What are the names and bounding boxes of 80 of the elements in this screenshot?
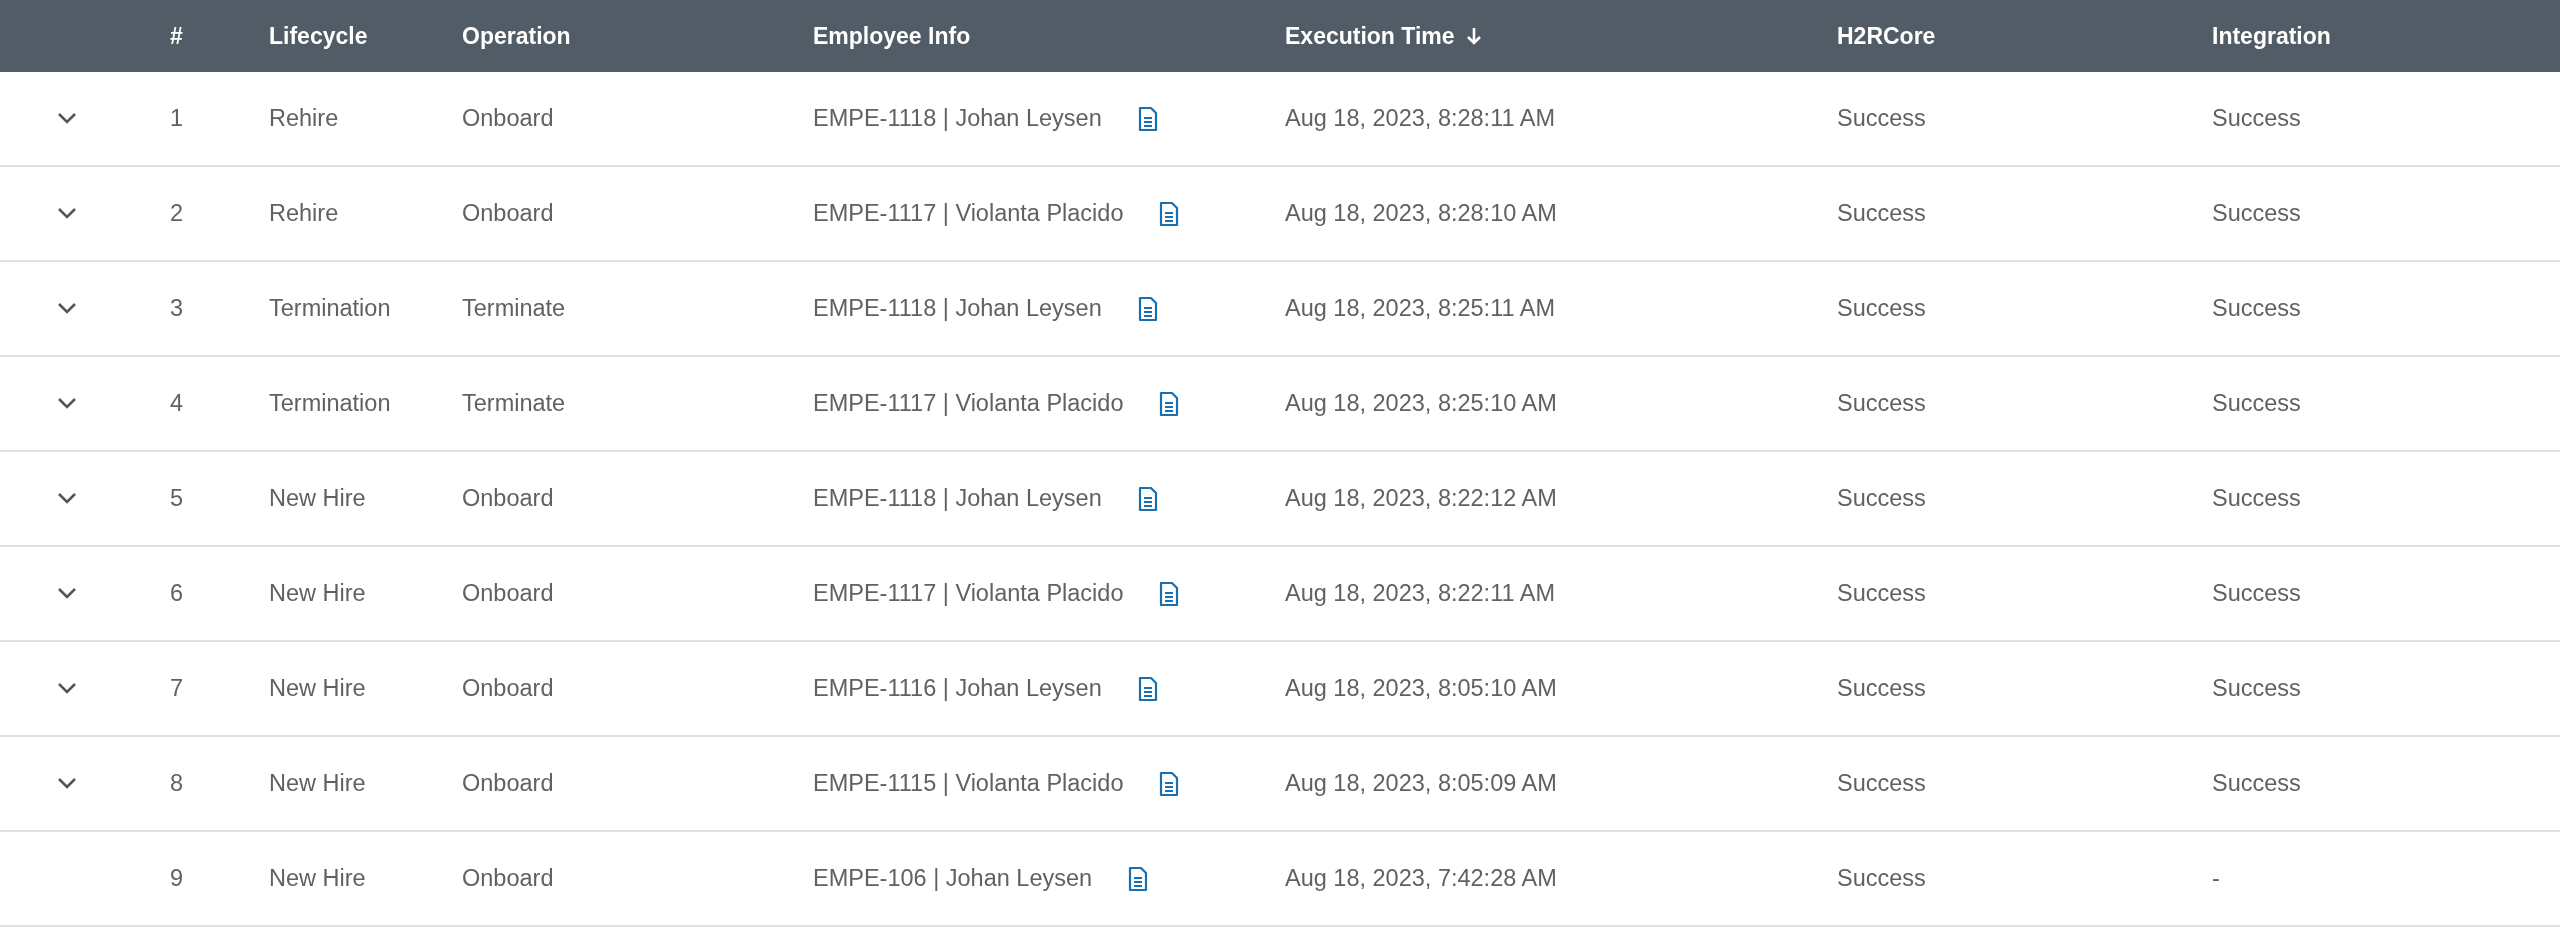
table-cell: Aug 18, 2023, 8:22:11 AM — [1285, 580, 1556, 606]
table-cell: Success — [1837, 295, 1926, 321]
table-cell: 6 — [170, 580, 184, 606]
sort-down-arrow-icon[interactable] — [1464, 26, 1483, 46]
table-cell: 2 — [170, 200, 184, 226]
column-header[interactable]: Operation — [462, 22, 571, 50]
table-cell: EMPE-1116 | Johan Leysen — [813, 675, 1102, 702]
table-cell: Success — [1837, 485, 1926, 511]
table-cell: Onboard — [462, 105, 554, 131]
table-cell: Success — [1837, 105, 1926, 131]
table-cell: 3 — [170, 295, 184, 321]
column-header[interactable]: Execution Time — [1285, 22, 1455, 50]
table-cell: Aug 18, 2023, 8:28:10 AM — [1285, 200, 1557, 226]
table-cell: Onboard — [462, 675, 554, 701]
document-icon[interactable] — [1159, 580, 1180, 607]
table-cell: Onboard — [462, 580, 554, 606]
table-cell: Onboard — [462, 200, 554, 226]
table-cell: New Hire — [269, 865, 366, 891]
column-header[interactable]: Employee Info — [813, 22, 971, 50]
document-icon[interactable] — [1159, 200, 1180, 227]
table-cell: Onboard — [462, 770, 554, 796]
column-header[interactable]: # — [170, 22, 183, 50]
table-cell: Success — [2212, 200, 2301, 226]
table-cell: Success — [2212, 485, 2301, 511]
column-header[interactable]: Lifecycle — [269, 22, 368, 50]
document-icon[interactable] — [1137, 295, 1158, 322]
table-cell: Terminate — [462, 295, 566, 321]
table-cell: New Hire — [269, 770, 366, 796]
table-cell: Rehire — [269, 200, 339, 226]
table-cell: Success — [1837, 770, 1926, 796]
table-cell: New Hire — [269, 675, 366, 701]
document-icon[interactable] — [1128, 865, 1149, 892]
table-cell: Success — [1837, 200, 1926, 226]
document-icon[interactable] — [1159, 770, 1180, 797]
table-cell: New Hire — [269, 580, 366, 606]
table-cell: Success — [2212, 295, 2301, 321]
document-icon[interactable] — [1137, 485, 1158, 512]
table-cell: 5 — [170, 485, 184, 511]
table-cell: Aug 18, 2023, 8:22:12 AM — [1285, 485, 1557, 511]
table-cell: Aug 18, 2023, 7:42:28 AM — [1285, 865, 1557, 891]
table-cell: Success — [2212, 675, 2301, 701]
table-cell: Success — [1837, 390, 1926, 416]
table-cell: Success — [2212, 770, 2301, 796]
table-cell: Success — [2212, 105, 2301, 131]
table-cell: - — [2212, 865, 2220, 891]
table-cell: EMPE-1115 | Violanta Placido — [813, 770, 1124, 797]
table-cell: EMPE-106 | Johan Leysen — [813, 865, 1093, 892]
table-cell: Termination — [269, 295, 391, 321]
table-cell: Success — [2212, 390, 2301, 416]
column-header[interactable]: H2RCore — [1837, 22, 1936, 50]
table-cell: Onboard — [462, 485, 554, 511]
table-cell: Success — [1837, 580, 1926, 606]
document-icon[interactable] — [1137, 675, 1158, 702]
table-cell: 8 — [170, 770, 184, 796]
column-header[interactable]: Integration — [2212, 22, 2331, 50]
table-cell: 9 — [170, 865, 184, 891]
table-cell: Aug 18, 2023, 8:05:10 AM — [1285, 675, 1557, 701]
table-cell: Aug 18, 2023, 8:25:10 AM — [1285, 390, 1557, 416]
document-icon[interactable] — [1159, 390, 1180, 417]
table-cell: New Hire — [269, 485, 366, 511]
table-cell: EMPE-1117 | Violanta Placido — [813, 580, 1124, 607]
table-cell: EMPE-1117 | Violanta Placido — [813, 390, 1124, 417]
table-cell: Aug 18, 2023, 8:28:11 AM — [1285, 105, 1556, 131]
table-cell: Aug 18, 2023, 8:05:09 AM — [1285, 770, 1557, 796]
table-cell: EMPE-1118 | Johan Leysen — [813, 105, 1102, 132]
table-cell: EMPE-1118 | Johan Leysen — [813, 485, 1102, 512]
table-cell: 1 — [170, 105, 184, 131]
table-cell: Success — [1837, 675, 1926, 701]
table-cell: Terminate — [462, 390, 566, 416]
table-cell: Success — [1837, 865, 1926, 891]
table-cell: Onboard — [462, 865, 554, 891]
table-cell: Termination — [269, 390, 391, 416]
table-cell: Aug 18, 2023, 8:25:11 AM — [1285, 295, 1556, 321]
document-icon[interactable] — [1137, 105, 1158, 132]
table-cell: 4 — [170, 390, 184, 416]
table-cell: 7 — [170, 675, 184, 701]
table-cell: EMPE-1117 | Violanta Placido — [813, 200, 1124, 227]
table-cell: EMPE-1118 | Johan Leysen — [813, 295, 1102, 322]
table-cell: Rehire — [269, 105, 339, 131]
table-cell: Success — [2212, 580, 2301, 606]
